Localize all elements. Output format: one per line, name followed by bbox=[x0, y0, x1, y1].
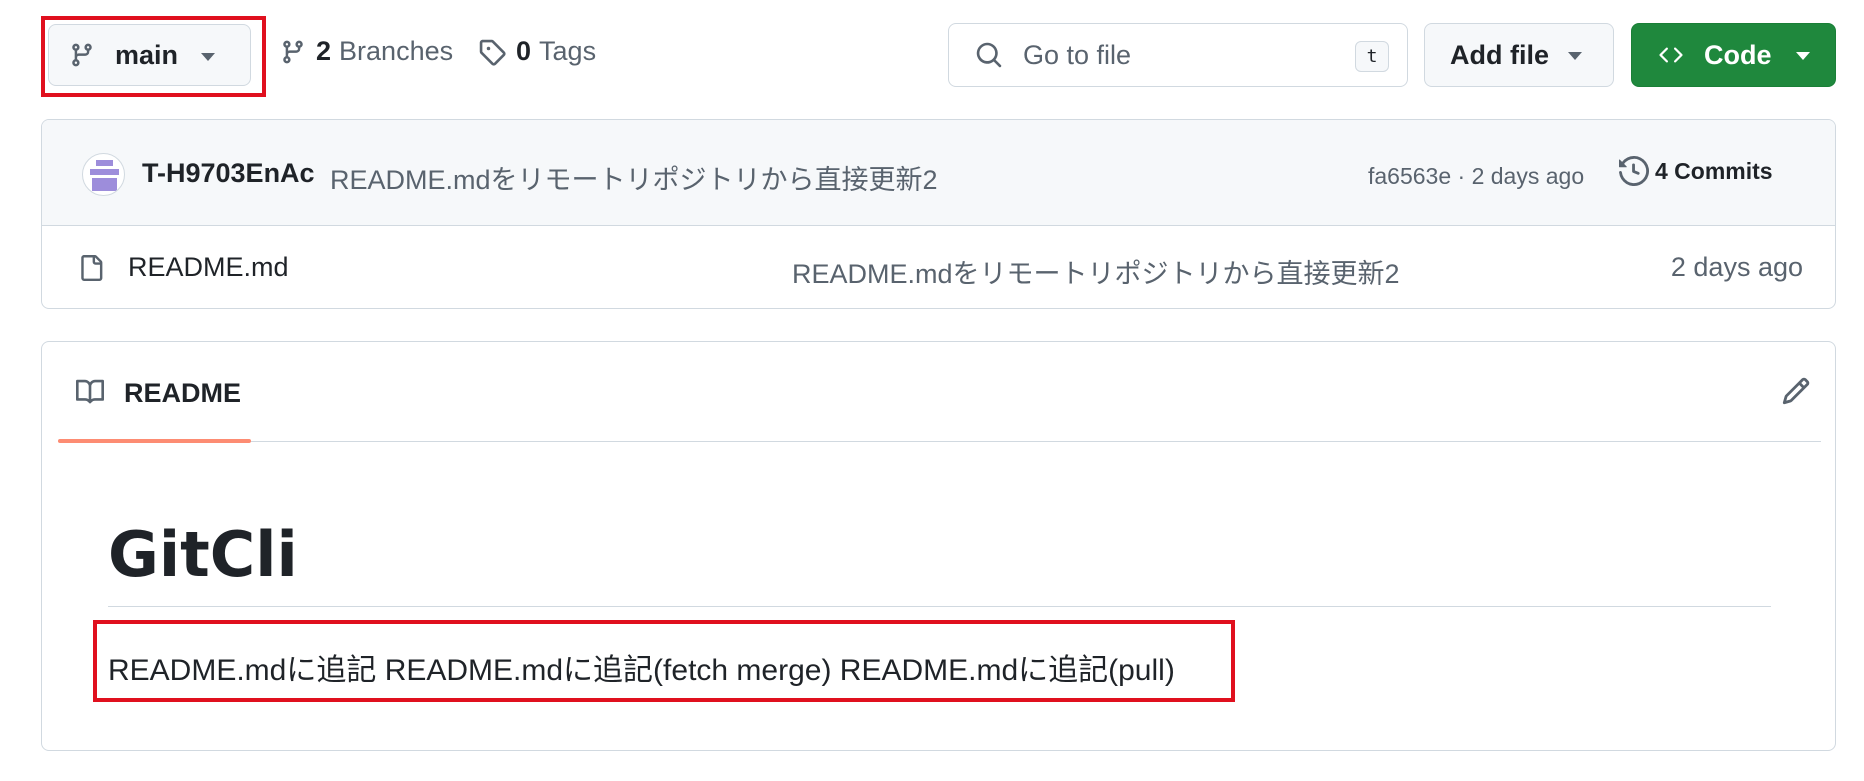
commits-count-label: 4 Commits bbox=[1655, 157, 1773, 184]
file-commit-message[interactable]: README.mdをリモートリポジトリから直接更新2 bbox=[792, 252, 1400, 291]
annotation-highlight-readme bbox=[93, 620, 1235, 702]
go-to-file-search[interactable]: Go to file t bbox=[948, 23, 1408, 87]
avatar[interactable] bbox=[82, 153, 125, 196]
history-icon bbox=[1619, 156, 1649, 186]
tags-count: 0 bbox=[516, 36, 532, 66]
active-tab-underline bbox=[58, 439, 251, 443]
repo-toolbar: main 2 Branches 0 Tags Go to file t Add … bbox=[0, 0, 1864, 115]
commit-sha-age[interactable]: fa6563e · 2 days ago bbox=[1368, 163, 1584, 190]
search-icon bbox=[976, 42, 1002, 68]
git-branch-icon bbox=[283, 40, 303, 63]
latest-commit-row: T-H9703EnAc README.mdをリモートリポジトリから直接更新2 f… bbox=[42, 120, 1835, 226]
commit-message[interactable]: README.mdをリモートリポジトリから直接更新2 bbox=[330, 158, 938, 197]
tags-label: Tags bbox=[539, 36, 597, 66]
pencil-icon[interactable] bbox=[1781, 376, 1811, 406]
code-icon bbox=[1659, 47, 1683, 63]
tag-icon bbox=[479, 39, 506, 66]
keyboard-shortcut-hint: t bbox=[1355, 41, 1389, 72]
code-button[interactable]: Code bbox=[1631, 23, 1836, 87]
file-listing: T-H9703EnAc README.mdをリモートリポジトリから直接更新2 f… bbox=[41, 119, 1836, 309]
caret-down-icon bbox=[1568, 52, 1582, 60]
branches-count: 2 bbox=[316, 36, 332, 66]
annotation-highlight-branch bbox=[41, 16, 266, 97]
code-label: Code bbox=[1704, 39, 1772, 70]
heading-divider bbox=[108, 606, 1771, 607]
readme-heading: GitCli bbox=[108, 518, 298, 591]
book-icon bbox=[76, 379, 105, 404]
branches-link[interactable]: 2 Branches bbox=[280, 36, 453, 67]
commit-author[interactable]: T-H9703EnAc bbox=[142, 158, 315, 189]
tab-readme[interactable]: README bbox=[58, 342, 251, 443]
commits-history-link[interactable]: 4 Commits bbox=[1619, 156, 1773, 186]
readme-header: README bbox=[58, 342, 1821, 443]
caret-down-icon bbox=[1796, 52, 1810, 60]
file-name[interactable]: README.md bbox=[128, 252, 289, 283]
tags-link[interactable]: 0 Tags bbox=[478, 36, 596, 67]
search-placeholder: Go to file bbox=[1023, 39, 1132, 70]
add-file-label: Add file bbox=[1450, 39, 1549, 70]
file-row[interactable]: README.md README.mdをリモートリポジトリから直接更新2 2 d… bbox=[42, 226, 1835, 308]
file-age: 2 days ago bbox=[1670, 252, 1803, 282]
branches-label: Branches bbox=[339, 36, 454, 66]
readme-tab-label: README bbox=[124, 378, 242, 408]
add-file-button[interactable]: Add file bbox=[1424, 23, 1614, 87]
file-icon bbox=[81, 255, 103, 281]
